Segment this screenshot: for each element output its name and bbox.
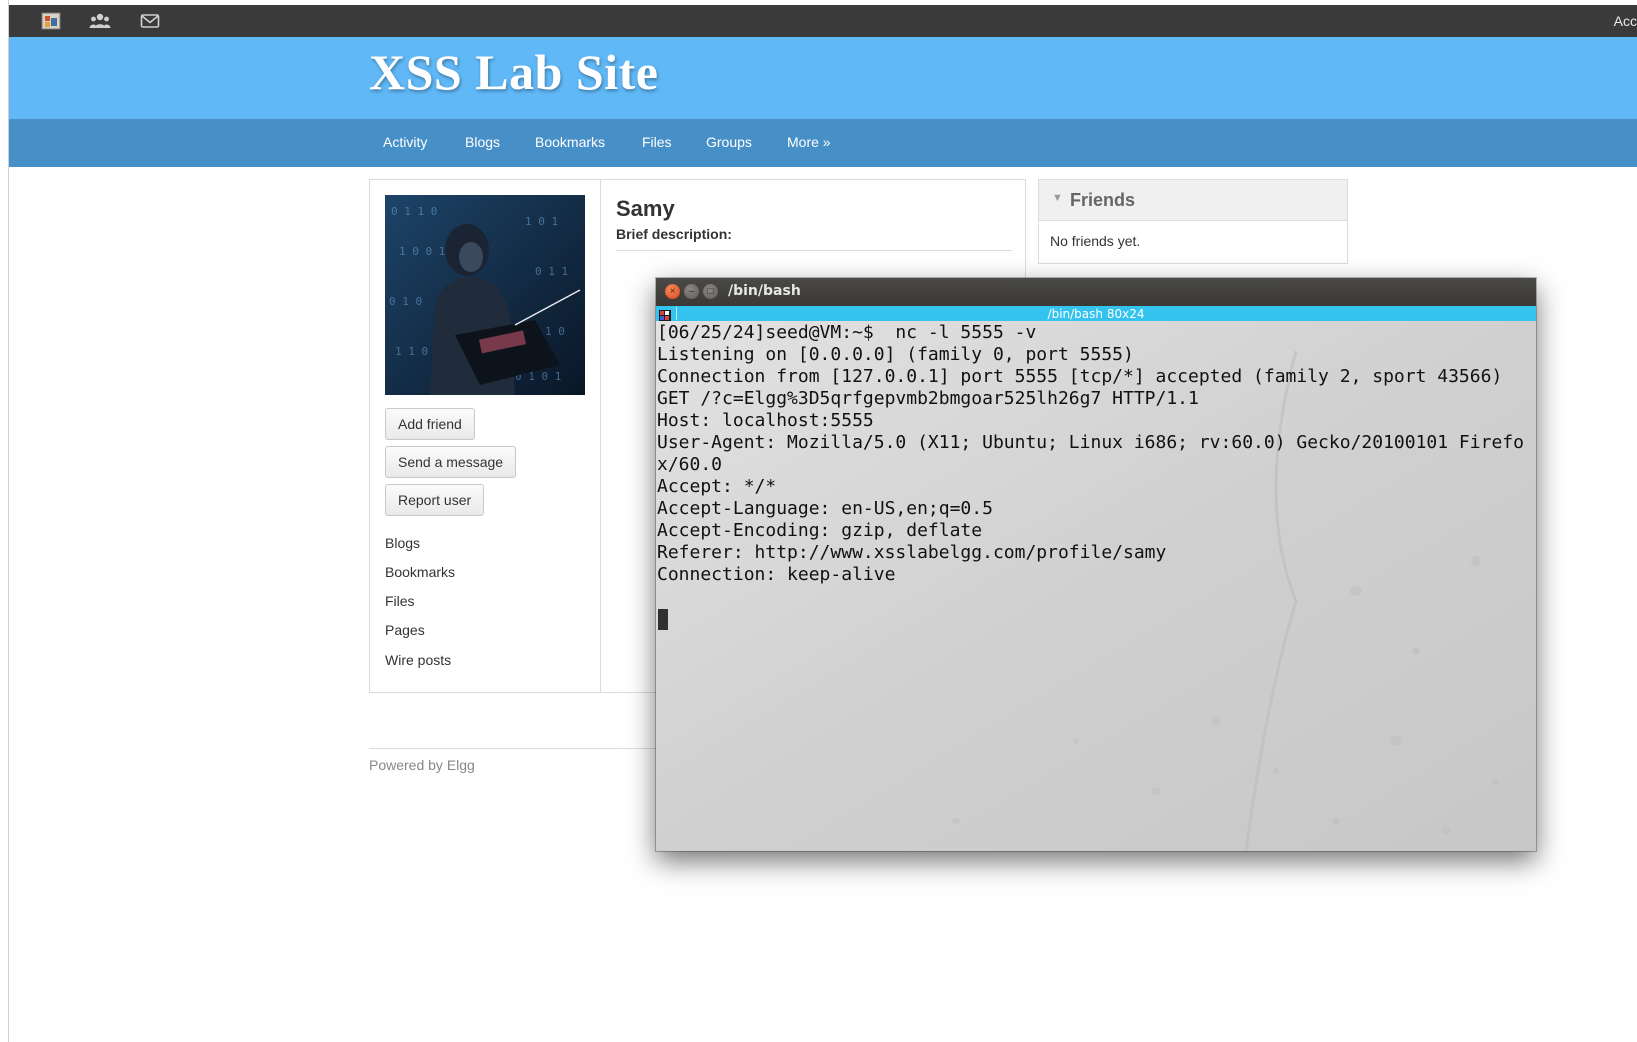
profile-avatar[interactable]: 0 1 1 01 0 0 1 0 1 01 1 0 1 1 0 10 1 1 1…	[385, 195, 585, 395]
terminal-line: Connection from [127.0.0.1] port 5555 [t…	[657, 366, 1503, 387]
page: Acc XSS Lab Site Activity Blogs Bookmark…	[0, 0, 1637, 1042]
friends-icon[interactable]	[89, 12, 111, 30]
minimize-icon[interactable]: –	[684, 284, 699, 299]
profile-link-files[interactable]: Files	[385, 593, 415, 609]
terminal-tab-bar: /bin/bash 80x24	[656, 306, 1536, 321]
terminal-line: [06/25/24]seed@VM:~$ nc -l 5555 -v	[657, 322, 1037, 343]
terminal-window-title: /bin/bash	[728, 283, 801, 299]
svg-text:0 1 1 0: 0 1 1 0	[391, 205, 437, 218]
main-nav: Activity Blogs Bookmarks Files Groups Mo…	[9, 119, 1637, 167]
nav-files[interactable]: Files	[642, 134, 672, 150]
powered-by-link[interactable]: Powered by Elgg	[369, 757, 475, 773]
terminal-line: Accept: */*	[657, 476, 777, 497]
friends-header[interactable]: ▼ Friends	[1039, 180, 1347, 221]
site-header: XSS Lab Site	[9, 37, 1637, 119]
elgg-logo-icon[interactable]	[41, 12, 61, 30]
profile-link-wire-posts[interactable]: Wire posts	[385, 652, 451, 668]
nav-groups[interactable]: Groups	[706, 134, 752, 150]
terminal-window[interactable]: × – □ /bin/bash /bin/bash 80x24 [06/25/2…	[656, 278, 1536, 851]
brief-description-label: Brief description:	[616, 226, 732, 242]
terminal-line: User-Agent: Mozilla/5.0 (X11; Ubuntu; Li…	[657, 432, 1524, 453]
terminal-line: GET /?c=Elgg%3D5qrfgepvmb2bmgoar525lh26g…	[657, 388, 1199, 409]
profile-link-bookmarks[interactable]: Bookmarks	[385, 564, 455, 580]
terminal-titlebar[interactable]: × – □ /bin/bash	[656, 278, 1536, 306]
friends-title: Friends	[1070, 190, 1136, 210]
send-message-button[interactable]: Send a message	[385, 446, 517, 478]
account-menu[interactable]: Acc	[1614, 13, 1637, 29]
divider	[616, 250, 1012, 251]
maximize-icon[interactable]: □	[703, 284, 718, 299]
profile-sidebar: 0 1 1 01 0 0 1 0 1 01 1 0 1 1 0 10 1 1 1…	[370, 180, 601, 692]
terminal-line: Referer: http://www.xsslabelgg.com/profi…	[657, 542, 1167, 563]
report-user-button[interactable]: Report user	[385, 484, 485, 516]
terminal-body[interactable]: [06/25/24]seed@VM:~$ nc -l 5555 -v Listen…	[656, 321, 1536, 851]
terminal-line: Accept-Language: en-US,en;q=0.5	[657, 498, 993, 519]
site-title[interactable]: XSS Lab Site	[369, 43, 658, 101]
terminal-output: [06/25/24]seed@VM:~$ nc -l 5555 -v Listen…	[657, 322, 1535, 608]
svg-text:0 1 0: 0 1 0	[389, 295, 422, 308]
terminal-cursor	[658, 609, 668, 630]
nav-activity[interactable]: Activity	[383, 134, 427, 150]
svg-text:1 0: 1 0	[545, 325, 565, 338]
close-icon[interactable]: ×	[665, 284, 680, 299]
profile-link-pages[interactable]: Pages	[385, 622, 425, 638]
terminal-line: Listening on [0.0.0.0] (family 0, port 5…	[657, 344, 1134, 365]
svg-text:0 1 1: 0 1 1	[535, 265, 568, 278]
terminal-line: Host: localhost:5555	[657, 410, 874, 431]
nav-blogs[interactable]: Blogs	[465, 134, 500, 150]
svg-text:1 0 0 1: 1 0 0 1	[399, 245, 445, 258]
terminal-tab-title: /bin/bash 80x24	[1047, 307, 1145, 321]
profile-name: Samy	[616, 196, 675, 221]
terminal-line: x/60.0	[657, 454, 723, 475]
svg-text:1 0 1: 1 0 1	[525, 215, 558, 228]
terminal-line: Accept-Encoding: gzip, deflate	[657, 520, 983, 541]
nav-more[interactable]: More »	[787, 134, 831, 150]
add-friend-button[interactable]: Add friend	[385, 408, 475, 440]
topbar: Acc	[9, 5, 1637, 37]
mail-icon[interactable]	[140, 12, 160, 30]
profile-link-blogs[interactable]: Blogs	[385, 535, 420, 551]
terminal-line: Connection: keep-alive	[657, 564, 896, 585]
friends-empty-text: No friends yet.	[1050, 233, 1141, 249]
collapse-caret-icon[interactable]: ▼	[1052, 192, 1063, 204]
friends-module: ▼ Friends No friends yet.	[1038, 179, 1348, 264]
nav-bookmarks[interactable]: Bookmarks	[535, 134, 605, 150]
